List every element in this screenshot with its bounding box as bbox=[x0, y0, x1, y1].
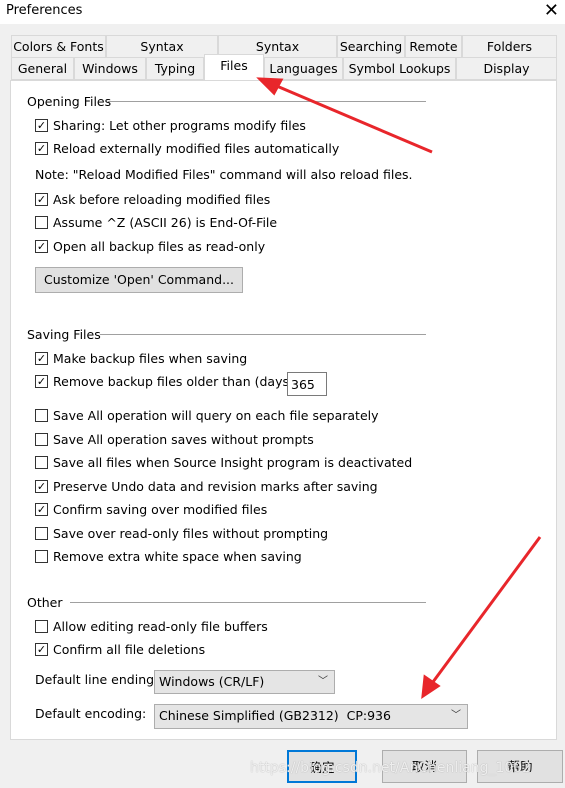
annotation-arrows bbox=[256, 77, 542, 700]
arrow-to-files-tab bbox=[271, 82, 433, 154]
arrowhead bbox=[256, 77, 284, 96]
arrow-to-encoding bbox=[428, 536, 542, 687]
